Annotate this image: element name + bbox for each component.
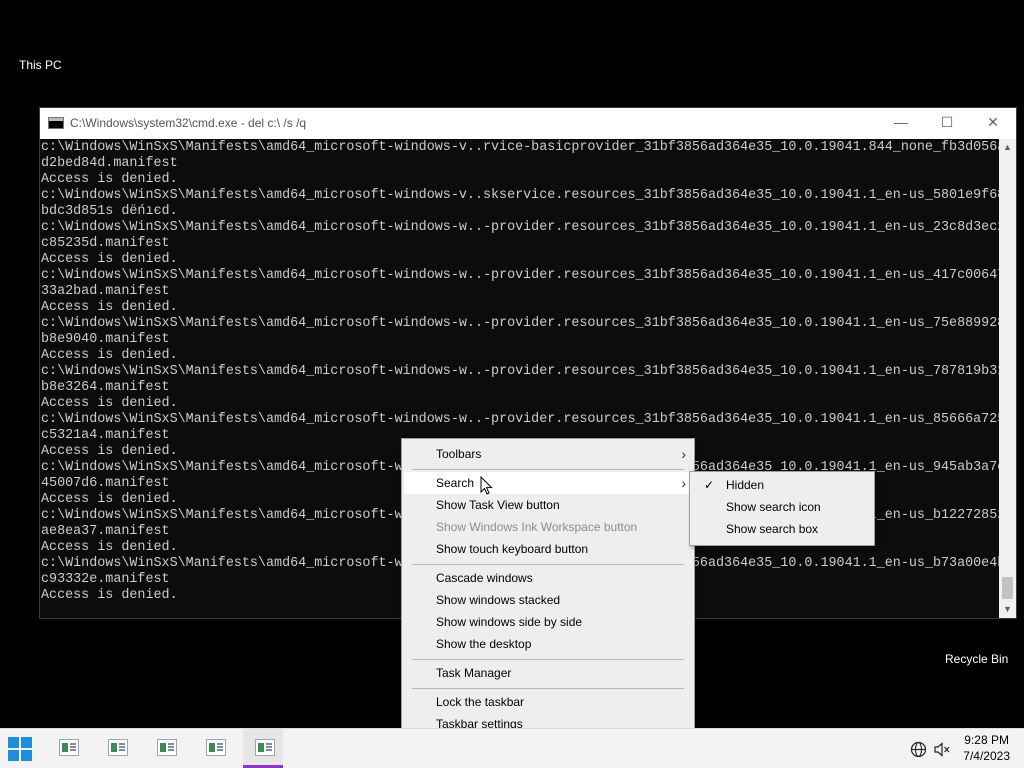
scroll-up-arrow-icon[interactable]: ▲ bbox=[999, 139, 1016, 156]
menu-item-label: Show Windows Ink Workspace button bbox=[436, 520, 638, 534]
console-line: b8e9040.manifest bbox=[41, 332, 170, 347]
minimize-icon: — bbox=[894, 114, 908, 130]
menu-item-side-by-side[interactable]: Show windows side by side bbox=[404, 611, 692, 633]
desktop-icon-label: This PC bbox=[19, 58, 62, 72]
menu-item-label: Lock the taskbar bbox=[436, 695, 525, 709]
menu-item-label: Show windows side by side bbox=[436, 615, 583, 629]
window-titlebar[interactable]: C:\Windows\system32\cmd.exe - del c:\ /s… bbox=[40, 108, 1016, 139]
console-line: c:\Windows\WinSxS\Manifests\amd64_micros… bbox=[41, 364, 999, 379]
start-button[interactable] bbox=[8, 737, 32, 761]
minimize-button[interactable]: — bbox=[878, 108, 924, 139]
submenu-item-show-search-box[interactable]: Show search box bbox=[692, 518, 872, 540]
taskbar-app-button-active[interactable] bbox=[243, 729, 283, 768]
clock-time: 9:28 PM bbox=[964, 733, 1009, 747]
clock-date: 7/4/2023 bbox=[963, 749, 1010, 763]
close-icon: ✕ bbox=[987, 114, 999, 130]
console-line: c:\Windows\WinSxS\Manifests\amd64_micros… bbox=[41, 140, 999, 155]
desktop-icon-this-pc[interactable]: This PC bbox=[19, 58, 62, 72]
app-window-icon bbox=[59, 739, 79, 756]
console-line: Access is denied. bbox=[41, 252, 178, 267]
chevron-right-icon: › bbox=[681, 475, 686, 491]
cmd-app-icon[interactable] bbox=[48, 117, 64, 129]
menu-item-show-task-view[interactable]: Show Task View button bbox=[404, 494, 692, 516]
console-line: c:\Windows\WinSxS\Manifests\amd64_micros… bbox=[41, 412, 999, 427]
menu-item-label: Show Task View button bbox=[436, 498, 560, 512]
menu-item-label: Hidden bbox=[726, 478, 765, 492]
menu-item-label: Show the desktop bbox=[436, 637, 532, 651]
vertical-scrollbar[interactable]: ▲ ▼ bbox=[999, 139, 1016, 618]
menu-item-show-desktop[interactable]: Show the desktop bbox=[404, 633, 692, 655]
scrollbar-thumb[interactable] bbox=[1002, 577, 1013, 599]
chevron-right-icon: › bbox=[681, 446, 686, 462]
menu-item-lock-taskbar[interactable]: Lock the taskbar bbox=[404, 691, 692, 713]
desktop-icon-recycle-bin[interactable]: Recycle Bin bbox=[945, 652, 1008, 666]
console-line: c:\Windows\WinSxS\Manifests\amd64_micros… bbox=[41, 268, 999, 283]
console-line: Access is denied. bbox=[41, 396, 178, 411]
system-clock[interactable]: 9:28 PM 7/4/2023 bbox=[963, 732, 1010, 764]
app-window-icon bbox=[206, 739, 226, 756]
app-window-icon bbox=[255, 739, 275, 756]
console-line: b8e3264.manifest bbox=[41, 380, 170, 395]
console-line: c:\Windows\WinSxS\Manifests\amd64_micros… bbox=[41, 316, 999, 331]
menu-item-label: Show windows stacked bbox=[436, 593, 561, 607]
taskbar-app-button[interactable] bbox=[194, 729, 234, 768]
console-line: 33a2bad.manifest bbox=[41, 284, 170, 299]
app-window-icon bbox=[157, 739, 177, 756]
console-line: c:\Windows\WinSxS\Manifests\amd64_micros… bbox=[41, 220, 999, 235]
menu-item-label: Show search box bbox=[726, 522, 819, 536]
maximize-icon: ☐ bbox=[940, 114, 954, 130]
menu-item-search[interactable]: Search › bbox=[404, 472, 692, 494]
menu-item-label: Show search icon bbox=[726, 500, 821, 514]
menu-separator bbox=[412, 659, 684, 660]
menu-separator bbox=[412, 564, 684, 565]
taskbar-context-menu: Toolbars › Search › Show Task View butto… bbox=[401, 438, 695, 740]
menu-separator bbox=[412, 469, 684, 470]
submenu-item-hidden[interactable]: ✓ Hidden bbox=[692, 474, 872, 496]
console-line: bdc3d851s dёńıєd. bbox=[41, 204, 178, 219]
menu-item-toolbars[interactable]: Toolbars › bbox=[404, 443, 692, 465]
menu-item-label: Search bbox=[436, 476, 475, 490]
maximize-button[interactable]: ☐ bbox=[924, 108, 970, 139]
checkmark-icon: ✓ bbox=[704, 478, 715, 492]
menu-item-label: Show touch keyboard button bbox=[436, 542, 589, 556]
search-submenu: ✓ Hidden Show search icon Show search bo… bbox=[689, 471, 875, 546]
submenu-item-show-search-icon[interactable]: Show search icon bbox=[692, 496, 872, 518]
menu-item-label: Cascade windows bbox=[436, 571, 533, 585]
console-line: Access is denied. bbox=[41, 300, 178, 315]
menu-item-show-ink-workspace: Show Windows Ink Workspace button bbox=[404, 516, 692, 538]
volume-muted-icon[interactable] bbox=[933, 741, 951, 758]
app-window-icon bbox=[108, 739, 128, 756]
taskbar-app-button[interactable] bbox=[145, 729, 185, 768]
menu-item-windows-stacked[interactable]: Show windows stacked bbox=[404, 589, 692, 611]
taskbar-app-button[interactable] bbox=[96, 729, 136, 768]
mouse-cursor-icon bbox=[480, 476, 493, 495]
menu-item-show-touch-keyboard[interactable]: Show touch keyboard button bbox=[404, 538, 692, 560]
menu-separator bbox=[412, 688, 684, 689]
menu-item-task-manager[interactable]: Task Manager bbox=[404, 662, 692, 684]
console-line: Access is denied. bbox=[41, 348, 178, 363]
console-line: c:\Windows\WinSxS\Manifests\amd64_micros… bbox=[41, 188, 999, 203]
window-title: C:\Windows\system32\cmd.exe - del c:\ /s… bbox=[70, 116, 307, 130]
windows-logo-icon bbox=[8, 737, 19, 748]
menu-item-label: Task Manager bbox=[436, 666, 512, 680]
console-line: c85235d.manifest bbox=[41, 236, 170, 251]
taskbar[interactable]: 9:28 PM 7/4/2023 bbox=[0, 728, 1024, 768]
network-globe-icon[interactable] bbox=[910, 741, 927, 758]
menu-item-cascade-windows[interactable]: Cascade windows bbox=[404, 567, 692, 589]
taskbar-app-button[interactable] bbox=[47, 729, 87, 768]
scroll-down-arrow-icon[interactable]: ▼ bbox=[999, 601, 1016, 618]
console-line: Access is denied. bbox=[41, 172, 178, 187]
console-line: d2bed84d.manifest bbox=[41, 156, 178, 171]
menu-item-label: Toolbars bbox=[436, 447, 482, 461]
close-button[interactable]: ✕ bbox=[970, 108, 1016, 139]
desktop-icon-label: Recycle Bin bbox=[945, 652, 1009, 666]
